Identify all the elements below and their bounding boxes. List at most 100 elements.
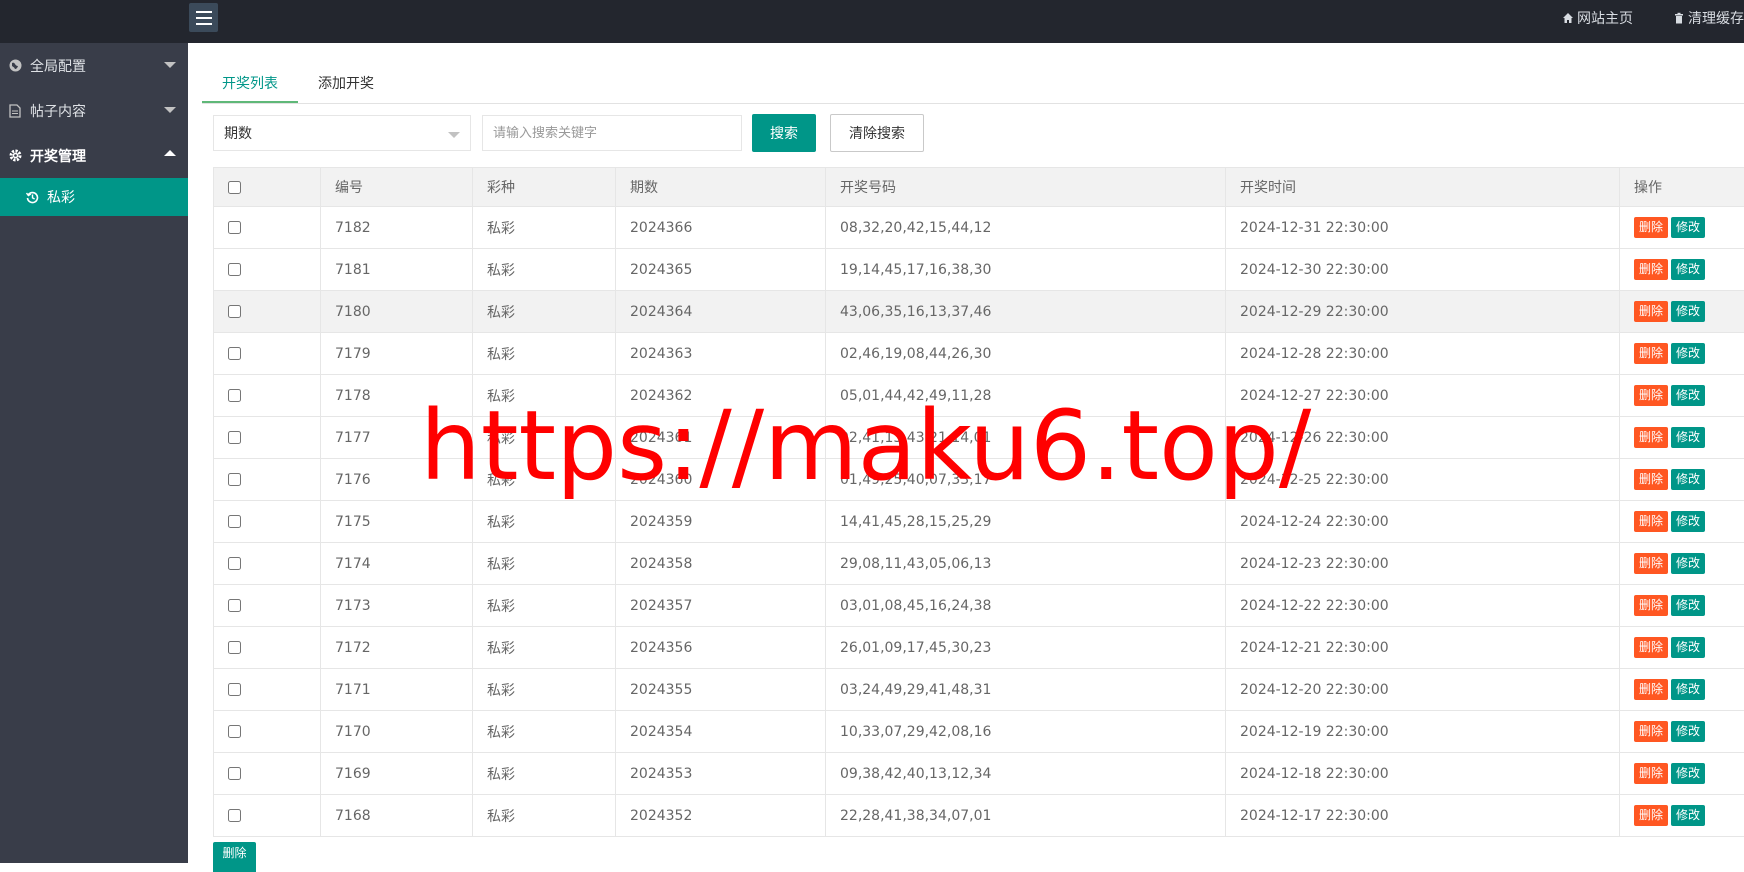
row-checkbox[interactable] <box>228 305 241 318</box>
sidebar: 全局配置 帖子内容 开奖管理 私彩 <box>0 43 188 863</box>
cell-actions: 删除修改 <box>1620 669 1744 711</box>
cell-numbers: 02,41,13,43,21,14,01 <box>826 417 1226 459</box>
row-checkbox[interactable] <box>228 431 241 444</box>
cell-period: 2024355 <box>616 669 826 711</box>
clear-search-button[interactable]: 清除搜索 <box>830 114 924 152</box>
row-checkbox[interactable] <box>228 599 241 612</box>
edit-button[interactable]: 修改 <box>1671 217 1705 238</box>
delete-button[interactable]: 删除 <box>1634 679 1668 700</box>
select-all-checkbox[interactable] <box>228 181 241 194</box>
cell-time: 2024-12-25 22:30:00 <box>1226 459 1620 501</box>
row-checkbox[interactable] <box>228 725 241 738</box>
cell-id: 7181 <box>321 249 473 291</box>
search-input[interactable] <box>482 115 742 151</box>
row-checkbox[interactable] <box>228 641 241 654</box>
cell-id: 7179 <box>321 333 473 375</box>
cell-type: 私彩 <box>473 417 616 459</box>
globe-icon <box>8 59 22 73</box>
delete-button[interactable]: 删除 <box>1634 385 1668 406</box>
sidebar-subitem-private-lottery[interactable]: 私彩 <box>0 178 188 216</box>
delete-button[interactable]: 删除 <box>1634 637 1668 658</box>
row-checkbox[interactable] <box>228 221 241 234</box>
cell-time: 2024-12-23 22:30:00 <box>1226 543 1620 585</box>
cell-id: 7176 <box>321 459 473 501</box>
row-checkbox[interactable] <box>228 389 241 402</box>
delete-button[interactable]: 删除 <box>1634 259 1668 280</box>
menu-toggle-button[interactable] <box>189 3 218 32</box>
edit-button[interactable]: 修改 <box>1671 385 1705 406</box>
edit-button[interactable]: 修改 <box>1671 679 1705 700</box>
hamburger-icon <box>196 9 212 27</box>
search-field-select[interactable]: 期数 <box>213 115 471 151</box>
delete-button[interactable]: 删除 <box>1634 217 1668 238</box>
cell-time: 2024-12-22 22:30:00 <box>1226 585 1620 627</box>
delete-button[interactable]: 删除 <box>1634 721 1668 742</box>
row-checkbox[interactable] <box>228 683 241 696</box>
edit-button[interactable]: 修改 <box>1671 259 1705 280</box>
edit-button[interactable]: 修改 <box>1671 553 1705 574</box>
edit-button[interactable]: 修改 <box>1671 637 1705 658</box>
cell-type: 私彩 <box>473 627 616 669</box>
row-checkbox[interactable] <box>228 515 241 528</box>
history-icon <box>26 191 39 204</box>
chevron-up-icon <box>164 150 176 156</box>
cell-id: 7172 <box>321 627 473 669</box>
cell-numbers: 03,01,08,45,16,24,38 <box>826 585 1226 627</box>
cell-time: 2024-12-28 22:30:00 <box>1226 333 1620 375</box>
cell-numbers: 26,01,09,17,45,30,23 <box>826 627 1226 669</box>
row-checkbox[interactable] <box>228 263 241 276</box>
delete-button[interactable]: 删除 <box>1634 595 1668 616</box>
edit-button[interactable]: 修改 <box>1671 301 1705 322</box>
clear-cache-link[interactable]: 清理缓存 <box>1673 8 1744 28</box>
edit-button[interactable]: 修改 <box>1671 721 1705 742</box>
row-checkbox[interactable] <box>228 473 241 486</box>
delete-button[interactable]: 删除 <box>1634 301 1668 322</box>
row-checkbox[interactable] <box>228 557 241 570</box>
delete-button[interactable]: 删除 <box>1634 763 1668 784</box>
delete-button[interactable]: 删除 <box>1634 343 1668 364</box>
delete-button[interactable]: 删除 <box>1634 805 1668 826</box>
cell-type: 私彩 <box>473 207 616 249</box>
edit-button[interactable]: 修改 <box>1671 427 1705 448</box>
sidebar-item-lottery-management[interactable]: 开奖管理 <box>0 133 188 178</box>
row-checkbox-cell <box>214 753 321 795</box>
row-checkbox-cell <box>214 627 321 669</box>
cell-period: 2024359 <box>616 501 826 543</box>
edit-button[interactable]: 修改 <box>1671 763 1705 784</box>
search-button[interactable]: 搜索 <box>752 114 816 152</box>
chevron-down-icon <box>164 62 176 68</box>
cell-actions: 删除修改 <box>1620 627 1744 669</box>
cell-id: 7170 <box>321 711 473 753</box>
sidebar-item-post-content[interactable]: 帖子内容 <box>0 88 188 133</box>
bulk-delete-button[interactable]: 删除 <box>213 842 256 872</box>
cell-time: 2024-12-30 22:30:00 <box>1226 249 1620 291</box>
edit-button[interactable]: 修改 <box>1671 595 1705 616</box>
edit-button[interactable]: 修改 <box>1671 343 1705 364</box>
tab-add-lottery[interactable]: 添加开奖 <box>298 62 394 102</box>
edit-button[interactable]: 修改 <box>1671 805 1705 826</box>
delete-button[interactable]: 删除 <box>1634 553 1668 574</box>
row-checkbox[interactable] <box>228 809 241 822</box>
delete-button[interactable]: 删除 <box>1634 511 1668 532</box>
row-checkbox[interactable] <box>228 347 241 360</box>
sidebar-item-global-config[interactable]: 全局配置 <box>0 43 188 88</box>
cell-type: 私彩 <box>473 501 616 543</box>
cell-type: 私彩 <box>473 795 616 837</box>
tab-lottery-list[interactable]: 开奖列表 <box>202 62 298 102</box>
cell-numbers: 05,01,44,42,49,11,28 <box>826 375 1226 417</box>
edit-button[interactable]: 修改 <box>1671 469 1705 490</box>
edit-button[interactable]: 修改 <box>1671 511 1705 532</box>
cell-type: 私彩 <box>473 669 616 711</box>
row-checkbox[interactable] <box>228 767 241 780</box>
home-icon <box>1562 12 1574 24</box>
site-home-link[interactable]: 网站主页 <box>1562 8 1633 28</box>
cell-id: 7182 <box>321 207 473 249</box>
cell-numbers: 09,38,42,40,13,12,34 <box>826 753 1226 795</box>
cell-time: 2024-12-24 22:30:00 <box>1226 501 1620 543</box>
cell-type: 私彩 <box>473 585 616 627</box>
delete-button[interactable]: 删除 <box>1634 469 1668 490</box>
cell-actions: 删除修改 <box>1620 249 1744 291</box>
table-row: 7181私彩202436519,14,45,17,16,38,302024-12… <box>214 249 1744 291</box>
delete-button[interactable]: 删除 <box>1634 427 1668 448</box>
top-bar: 网站主页 清理缓存 <box>0 0 1744 43</box>
